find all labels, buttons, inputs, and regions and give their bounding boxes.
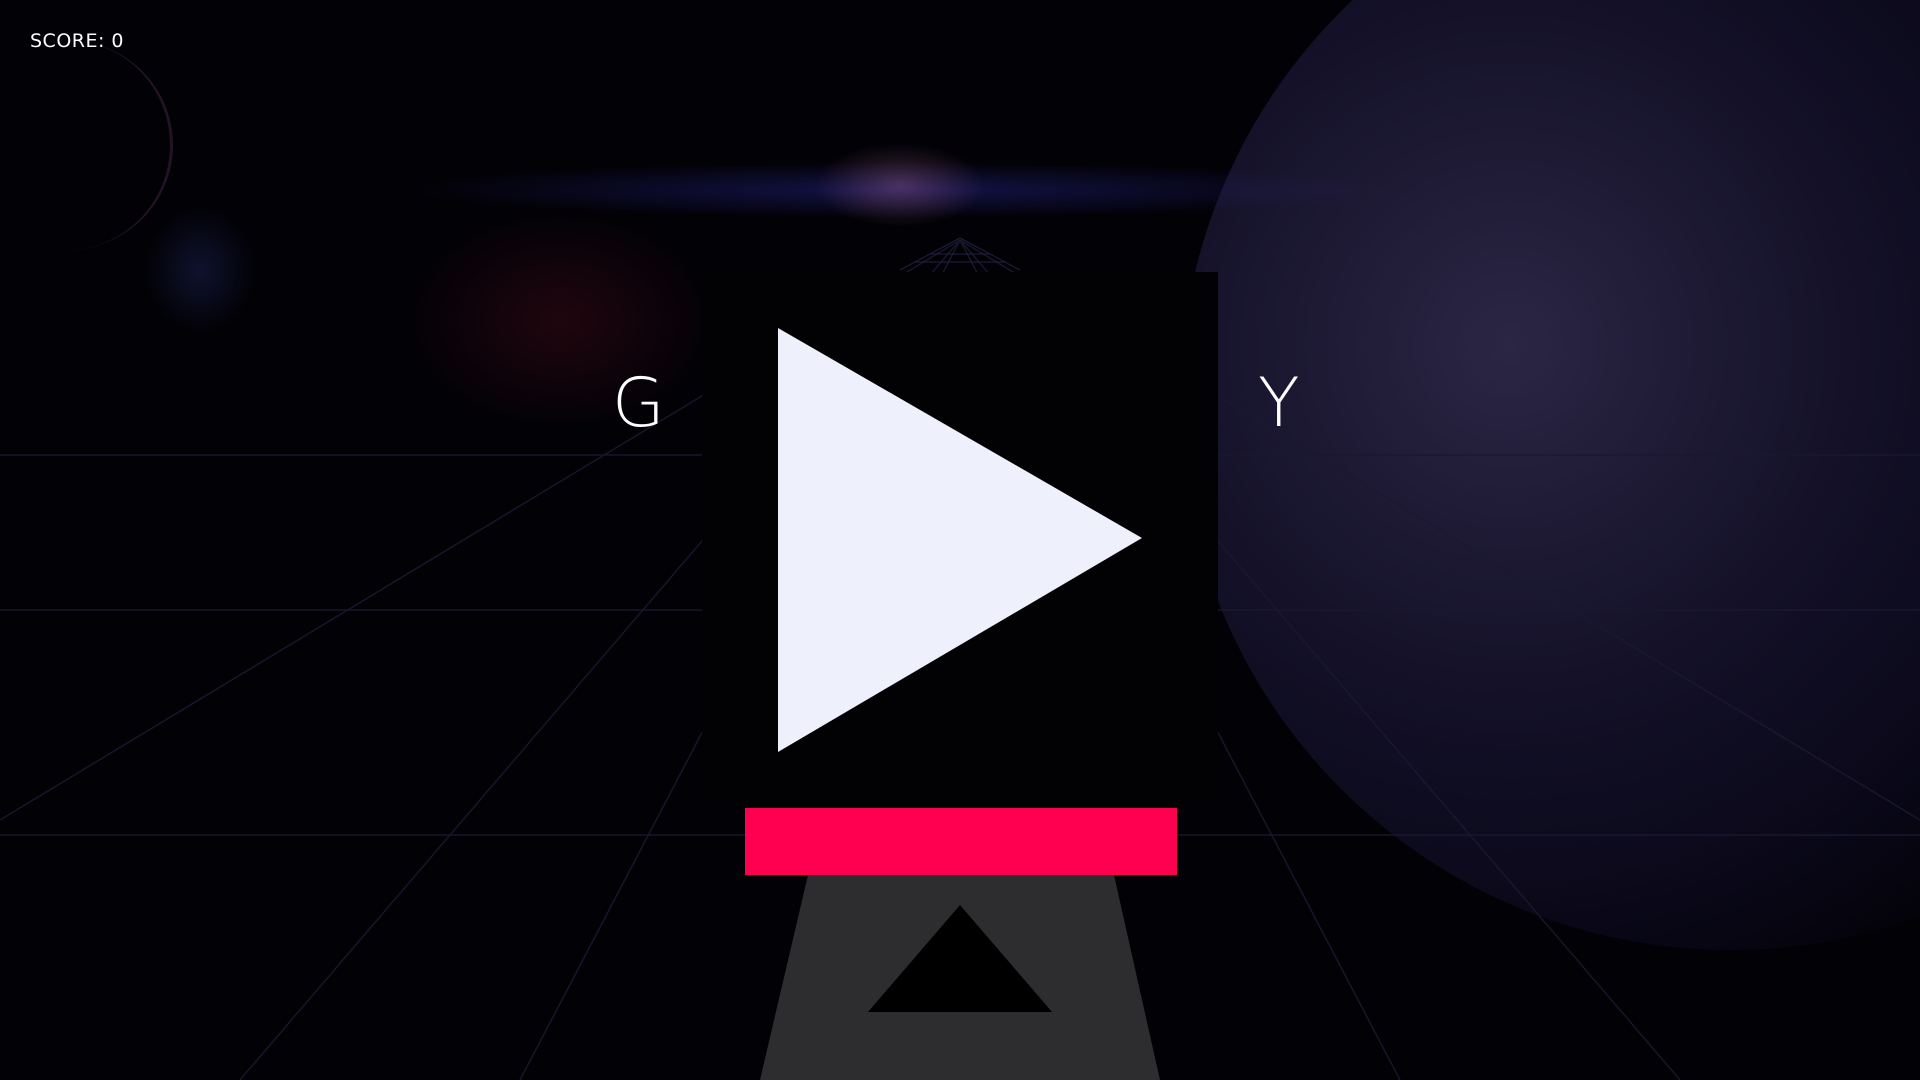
play-icon [778,328,1142,752]
game-scene: SCORE: 0 G Y [0,0,1920,1080]
play-button[interactable] [702,272,1218,808]
player-ship [760,875,1160,1080]
score-label: SCORE: 0 [30,30,125,52]
start-bar[interactable] [745,808,1177,875]
title-letter-g: G [612,364,665,443]
title-letter-y: Y [1258,364,1300,443]
moon-background [0,40,173,250]
planet-background [1180,0,1920,950]
